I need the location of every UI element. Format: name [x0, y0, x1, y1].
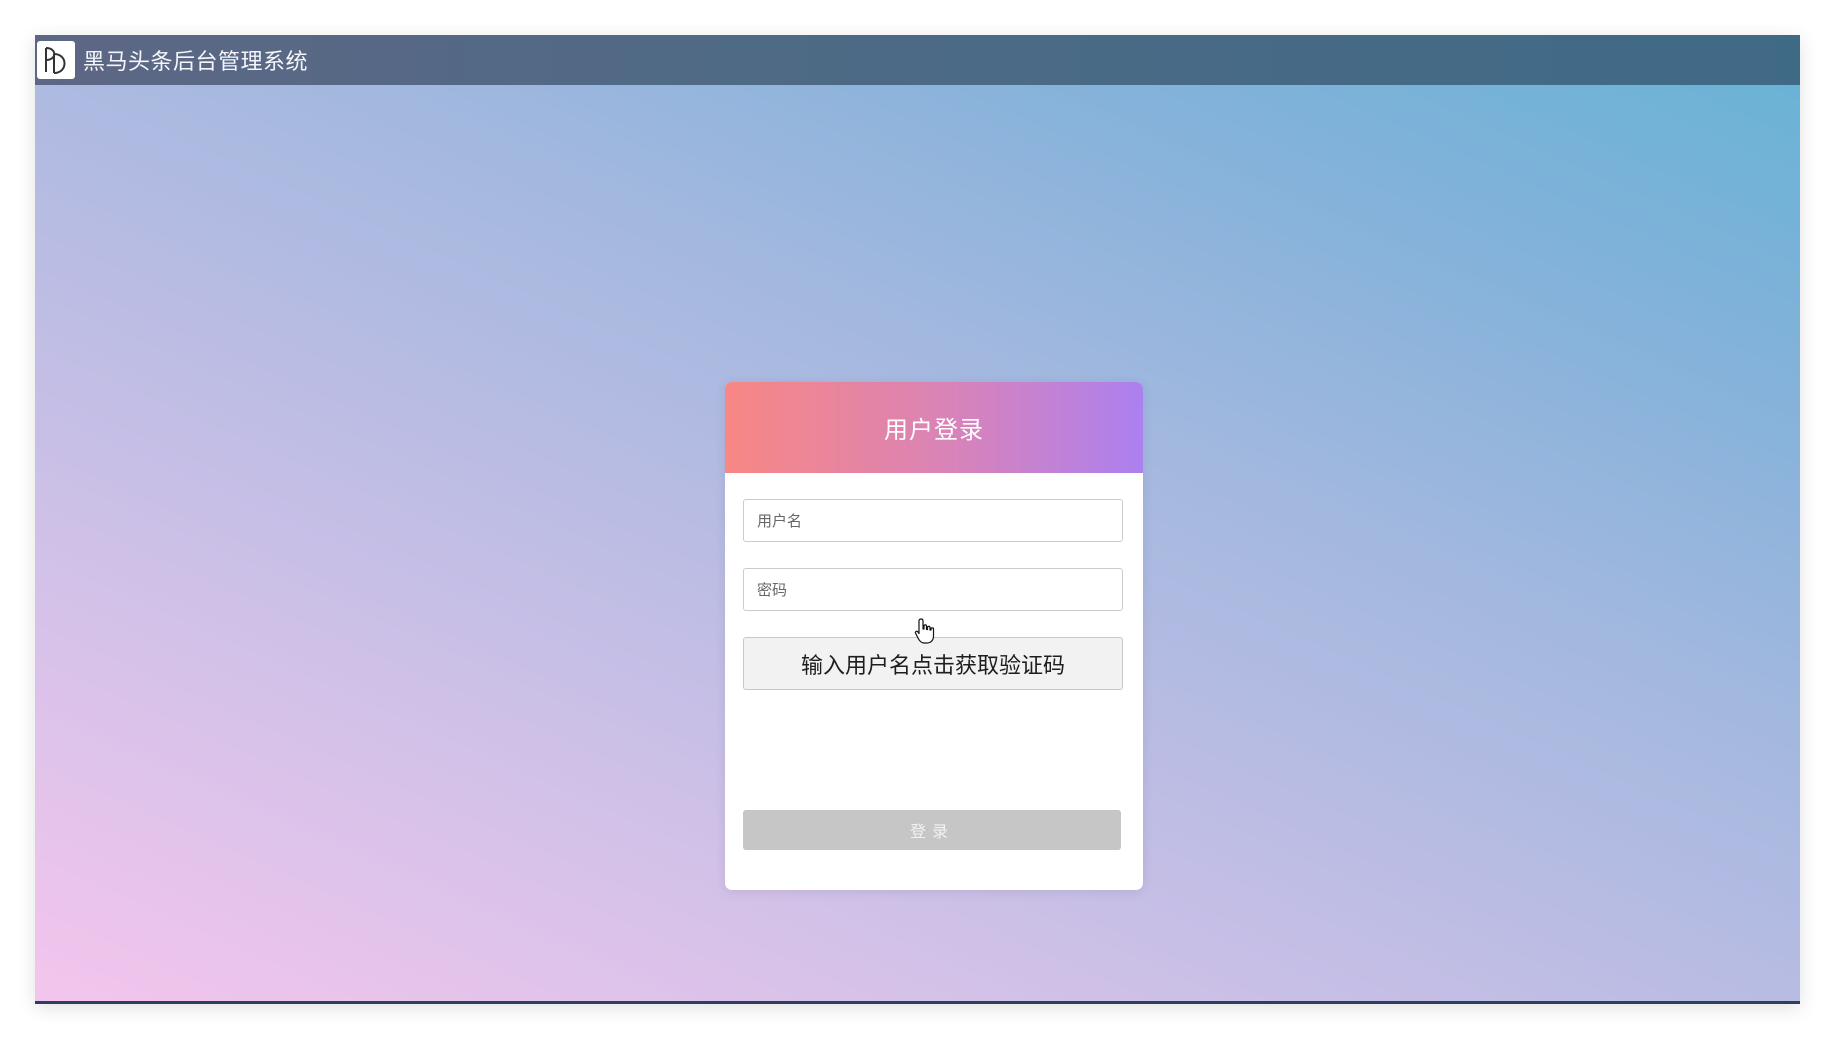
hand-pointer-icon — [914, 618, 935, 644]
bottom-border — [35, 1001, 1800, 1004]
browser-viewport: 黑马头条后台管理系统 用户登录 输入用户名点击获取验证码 登录 — [35, 35, 1800, 1004]
page-background: 用户登录 输入用户名点击获取验证码 登录 — [35, 85, 1800, 1004]
login-card-header: 用户登录 — [725, 382, 1143, 473]
password-input[interactable] — [743, 568, 1123, 611]
username-input[interactable] — [743, 499, 1123, 542]
login-heading: 用户登录 — [884, 416, 984, 444]
login-button[interactable]: 登录 — [743, 810, 1121, 850]
pd-logo-icon — [37, 41, 75, 79]
top-navbar: 黑马头条后台管理系统 — [35, 35, 1800, 85]
app-title: 黑马头条后台管理系统 — [83, 50, 309, 75]
